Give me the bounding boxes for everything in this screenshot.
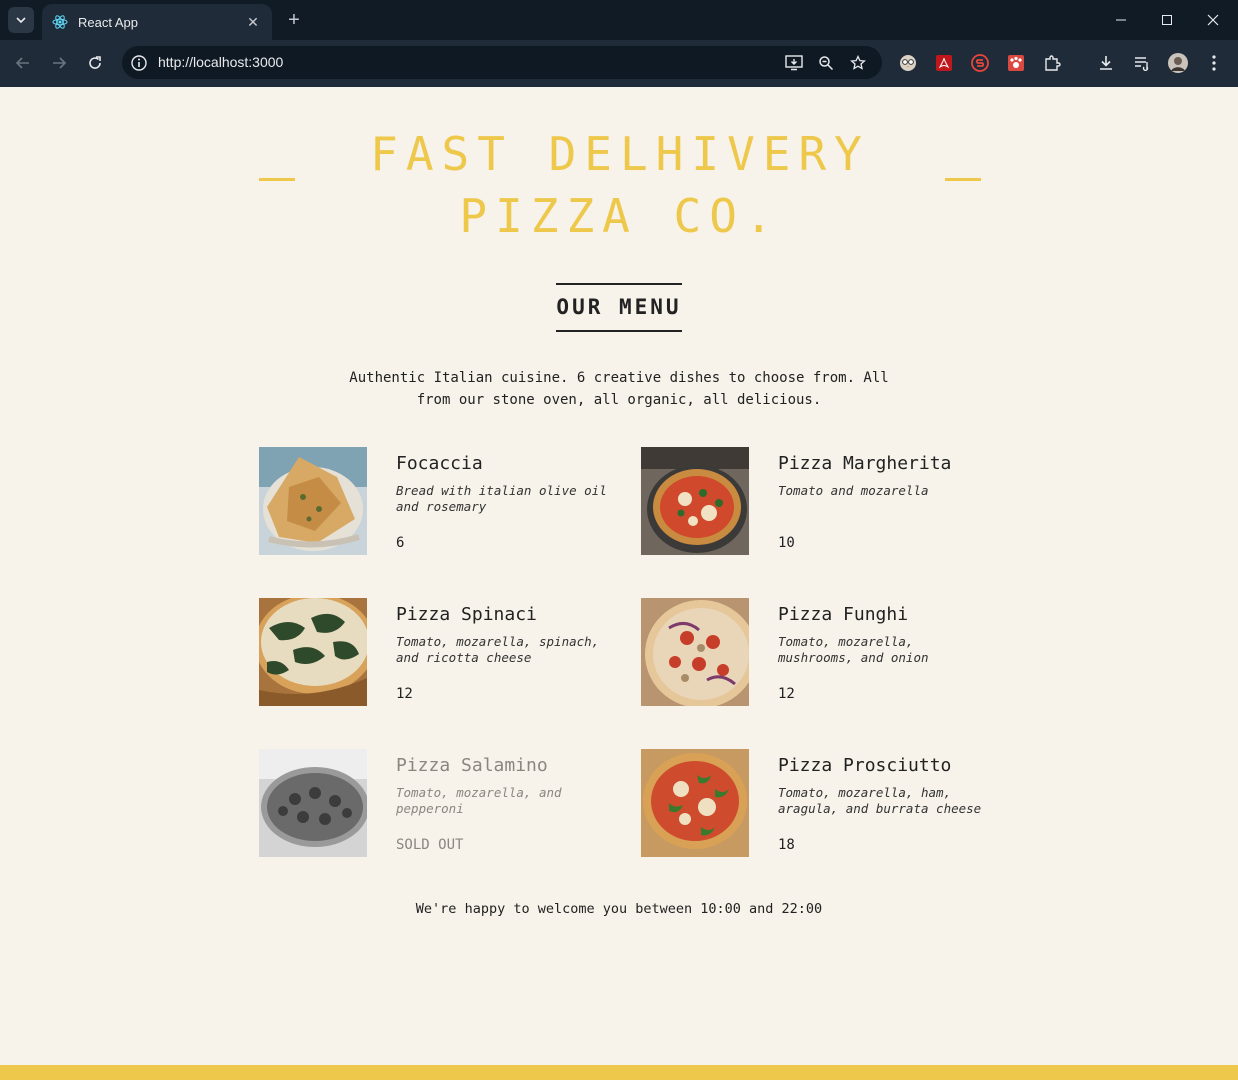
download-icon[interactable] bbox=[1096, 53, 1116, 73]
dish-name: Pizza Margherita bbox=[778, 453, 952, 474]
browser-chrome: React App ✕ + http://localhost:3000 bbox=[0, 0, 1238, 87]
new-tab-button[interactable]: + bbox=[282, 8, 306, 32]
dish-description: Tomato, mozarella, spinach, and ricotta … bbox=[396, 634, 600, 665]
url-text[interactable]: http://localhost:3000 bbox=[158, 54, 283, 70]
dish-price: 10 bbox=[778, 535, 795, 551]
maximize-button[interactable] bbox=[1144, 0, 1190, 40]
dish-focaccia: Focaccia Bread with italian olive oil an… bbox=[259, 447, 619, 557]
dish-photo bbox=[641, 447, 749, 555]
dish-name: Pizza Funghi bbox=[778, 604, 909, 625]
dish-description: Tomato, mozarella, ham, aragula, and bur… bbox=[778, 785, 982, 816]
arrow-left-icon bbox=[15, 57, 29, 69]
tab-title: React App bbox=[78, 14, 138, 30]
opening-hours: We're happy to welcome you between 10:00… bbox=[415, 901, 823, 917]
dish-description: Bread with italian olive oil and rosemar… bbox=[396, 483, 607, 514]
dish-price: 12 bbox=[396, 686, 413, 702]
title-decoration-right bbox=[945, 178, 981, 181]
menu-heading: OUR MENU bbox=[556, 283, 682, 332]
dish-name: Pizza Prosciutto bbox=[778, 755, 952, 776]
dish-price: 6 bbox=[396, 535, 405, 551]
dish-photo bbox=[259, 749, 367, 857]
reload-icon bbox=[89, 56, 101, 69]
pdf-extension-icon[interactable] bbox=[934, 53, 954, 73]
close-icon bbox=[1207, 14, 1219, 26]
close-tab-icon[interactable]: ✕ bbox=[244, 14, 262, 31]
dish-photo bbox=[641, 598, 749, 706]
dish-photo bbox=[259, 447, 367, 555]
page-title: FAST DELHIVERY PIZZA CO. bbox=[370, 127, 870, 243]
zoom-icon[interactable] bbox=[816, 53, 836, 73]
puzzle-extensions-icon[interactable] bbox=[1042, 53, 1062, 73]
dish-name: Pizza Salamino bbox=[396, 755, 548, 776]
arrow-right-icon bbox=[53, 57, 67, 69]
info-icon[interactable] bbox=[130, 54, 148, 72]
dish-name: Pizza Spinaci bbox=[396, 604, 537, 625]
maximize-icon bbox=[1162, 15, 1172, 25]
page-content: FAST DELHIVERY PIZZA CO. OUR MENU Authen… bbox=[1, 87, 1237, 1080]
dish-photo bbox=[259, 598, 367, 706]
react-icon bbox=[52, 14, 68, 30]
dish-spinaci: Pizza Spinaci Tomato, mozarella, spinach… bbox=[259, 598, 619, 708]
close-window-button[interactable] bbox=[1190, 0, 1236, 40]
install-app-icon[interactable] bbox=[784, 53, 804, 73]
chevron-down-icon bbox=[16, 17, 26, 24]
media-queue-icon[interactable] bbox=[1132, 53, 1152, 73]
dish-margherita: Pizza Margherita Tomato and mozarella 10 bbox=[641, 447, 1001, 557]
title-decoration-left bbox=[259, 178, 295, 181]
header: FAST DELHIVERY PIZZA CO. bbox=[259, 123, 981, 243]
bottom-accent-bar bbox=[0, 1065, 1238, 1080]
sold-out-label: SOLD OUT bbox=[396, 837, 464, 853]
bookmark-star-icon[interactable] bbox=[848, 53, 868, 73]
tab-search-button[interactable] bbox=[8, 7, 34, 33]
dish-description: Tomato and mozarella bbox=[778, 483, 929, 498]
dish-photo bbox=[641, 749, 749, 857]
paw-extension-icon[interactable] bbox=[1006, 53, 1026, 73]
dish-salamino: Pizza Salamino Tomato, mozarella, and pe… bbox=[259, 749, 619, 859]
dish-price: 12 bbox=[778, 686, 795, 702]
dish-funghi: Pizza Funghi Tomato, mozarella, mushroom… bbox=[641, 598, 1001, 708]
minimize-icon bbox=[1116, 19, 1126, 21]
browser-tab[interactable]: React App ✕ bbox=[42, 4, 272, 40]
address-bar[interactable]: http://localhost:3000 bbox=[122, 46, 882, 79]
dish-prosciutto: Pizza Prosciutto Tomato, mozarella, ham,… bbox=[641, 749, 1001, 859]
dish-description: Tomato, mozarella, and pepperoni bbox=[396, 785, 562, 816]
dish-description: Tomato, mozarella, mushrooms, and onion bbox=[778, 634, 929, 665]
dish-price: 18 bbox=[778, 837, 795, 853]
back-button[interactable] bbox=[11, 51, 35, 75]
more-menu-icon[interactable] bbox=[1204, 53, 1224, 73]
profile-avatar[interactable] bbox=[1168, 53, 1188, 73]
dish-name: Focaccia bbox=[396, 453, 483, 474]
tab-bar: React App ✕ + bbox=[0, 0, 1238, 40]
minimize-button[interactable] bbox=[1098, 0, 1144, 40]
extension-owl-icon[interactable] bbox=[898, 53, 918, 73]
shield-extension-icon[interactable] bbox=[970, 53, 990, 73]
forward-button[interactable] bbox=[47, 51, 71, 75]
reload-button[interactable] bbox=[83, 51, 107, 75]
menu-intro: Authentic Italian cuisine. 6 creative di… bbox=[349, 370, 889, 408]
